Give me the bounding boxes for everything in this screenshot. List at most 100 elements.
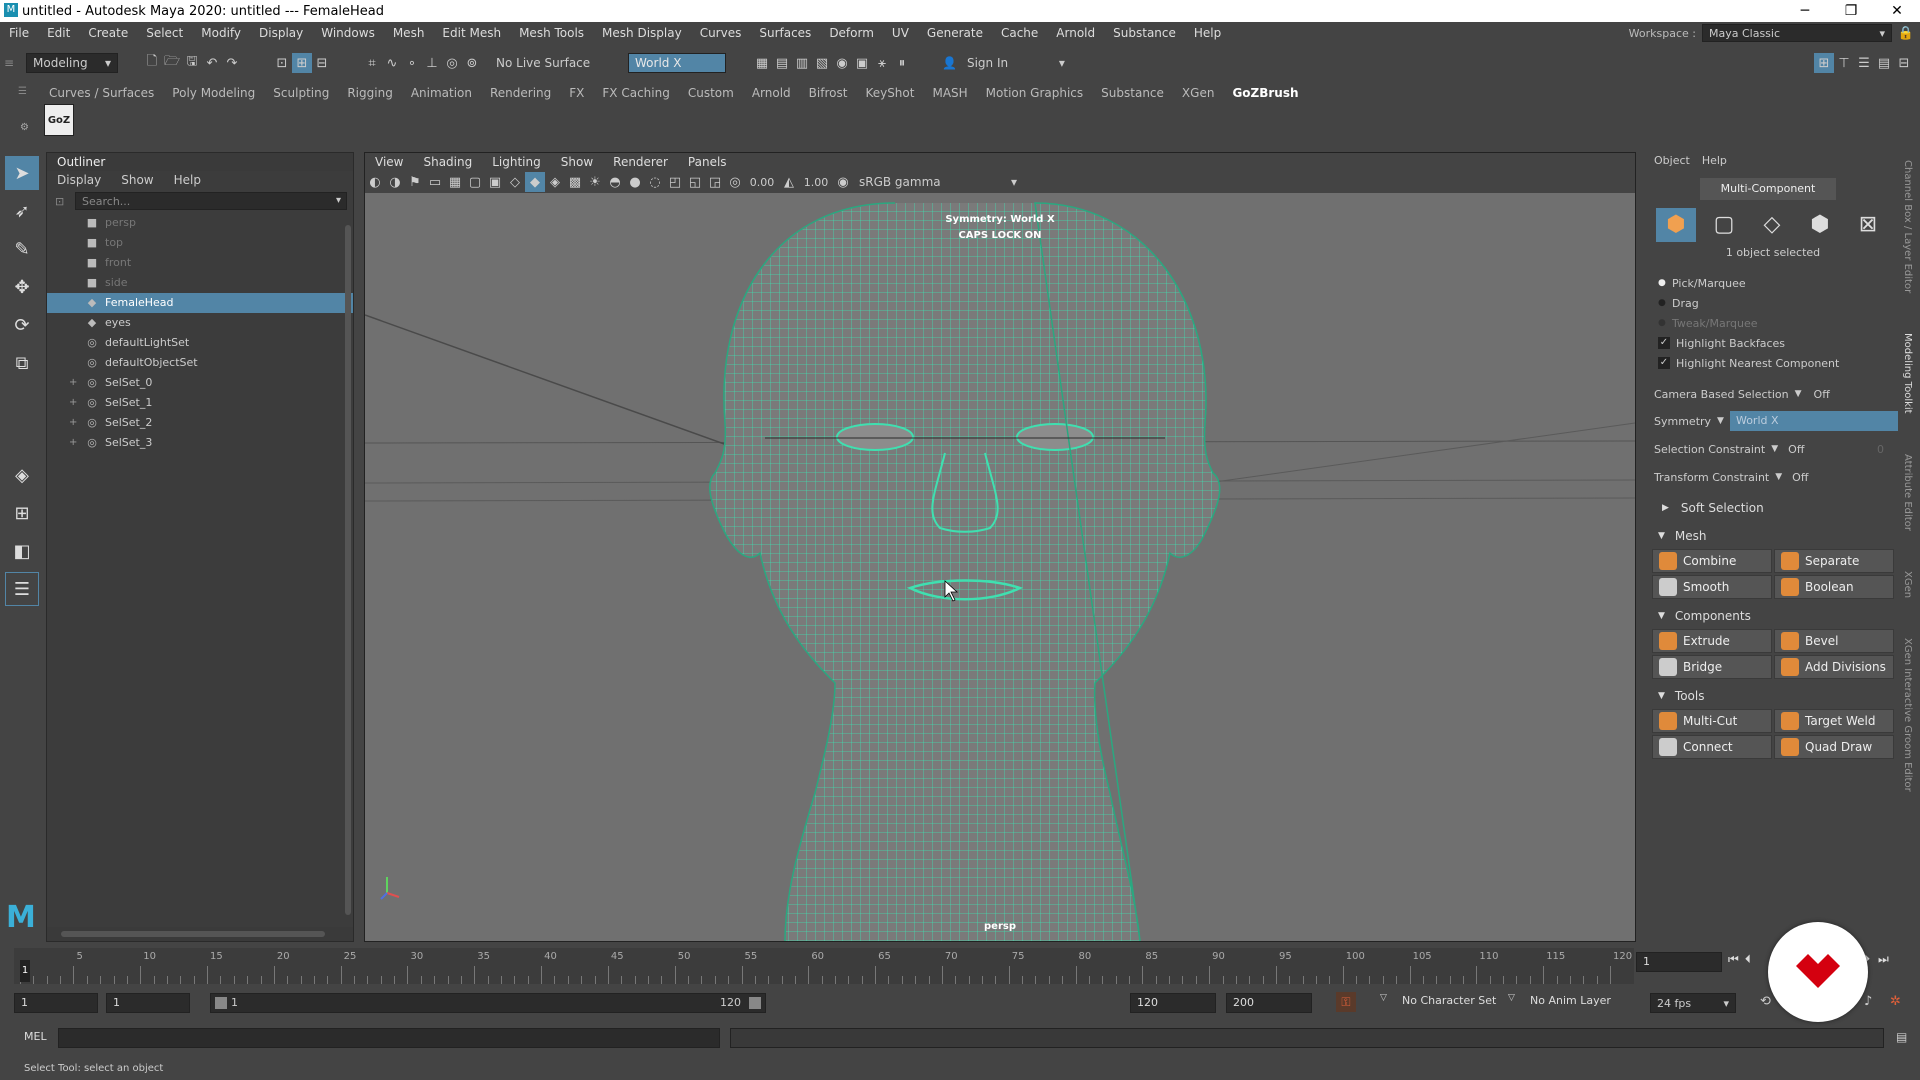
shelf-tab-bifrost[interactable]: Bifrost	[800, 84, 857, 102]
shelf-settings-icon[interactable]: ⚙	[20, 122, 29, 133]
menu-display[interactable]: Display	[250, 26, 312, 40]
chevron-down-icon[interactable]: ▾	[336, 195, 341, 206]
select-object-icon[interactable]: ⊞	[292, 53, 312, 73]
grid-icon[interactable]: ▦	[445, 172, 465, 192]
current-frame-field[interactable]: 1	[1636, 952, 1722, 972]
camera-attributes-icon[interactable]: ◑	[385, 172, 405, 192]
rotate-tool-icon[interactable]: ⟳	[5, 308, 39, 342]
fps-dropdown[interactable]: 24 fps ▾	[1650, 993, 1736, 1013]
side-tab-attribute-editor[interactable]: Attribute Editor	[1902, 454, 1913, 531]
shelf-tab-custom[interactable]: Custom	[679, 84, 743, 102]
outliner-h-scrollbar[interactable]	[47, 927, 353, 941]
checkbox-highlight-nearest[interactable]: ✓ Highlight Nearest Component	[1658, 353, 1898, 373]
outliner-item[interactable]: + ◎ SelSet_3	[47, 433, 353, 453]
toolkit-menu-help[interactable]: Help	[1694, 152, 1735, 170]
outliner-item[interactable]: ◆ eyes	[47, 313, 353, 333]
selection-constraint-row[interactable]: Selection Constraint ▼ Off 0	[1654, 435, 1898, 463]
animation-start-field[interactable]: 1	[14, 993, 98, 1013]
render-settings-icon[interactable]: ▧	[812, 53, 832, 73]
close-button[interactable]: ✕	[1874, 3, 1920, 19]
mel-label[interactable]: MEL	[24, 1030, 47, 1043]
toolkit-menu-object[interactable]: Object	[1648, 152, 1694, 170]
move-tool-icon[interactable]: ✥	[5, 270, 39, 304]
symmetry-row[interactable]: Symmetry ▼ World X	[1654, 407, 1898, 435]
goz-shelf-button[interactable]: GoZ	[44, 104, 74, 136]
object-mode-icon[interactable]: ⬢	[1656, 208, 1696, 242]
camera-icon[interactable]: ◐	[365, 172, 385, 192]
smooth-button[interactable]: Smooth	[1652, 575, 1772, 599]
gamma-icon[interactable]: ◭	[779, 172, 799, 192]
symmetry-field[interactable]: World X	[1729, 411, 1898, 431]
menu-cache[interactable]: Cache	[992, 26, 1047, 40]
open-scene-icon[interactable]: 🗁	[162, 53, 182, 73]
outliner-menu-display[interactable]: Display	[47, 171, 111, 189]
smooth-shade-icon[interactable]: ◆	[525, 172, 545, 192]
select-tool-icon[interactable]: ➤	[5, 156, 39, 190]
character-set-dropdown[interactable]: No Character Set	[1402, 994, 1496, 1007]
expand-icon[interactable]: +	[69, 413, 77, 433]
range-slider[interactable]: 1 120	[210, 993, 766, 1013]
playback-end-field[interactable]: 120	[1130, 993, 1216, 1013]
mel-input[interactable]	[58, 1028, 720, 1048]
restore-button[interactable]: ❐	[1828, 3, 1874, 19]
sign-in-dropdown[interactable]: Sign In ▾	[960, 53, 1071, 73]
go-to-end-icon[interactable]: ⏭	[1878, 952, 1889, 967]
shelf-tab-animation[interactable]: Animation	[402, 84, 481, 102]
shadows-icon[interactable]: ◓	[605, 172, 625, 192]
viewport-menu-show[interactable]: Show	[551, 153, 603, 171]
current-frame-marker[interactable]: 1	[20, 960, 30, 982]
section-header-mesh[interactable]: ▼ Mesh	[1648, 525, 1898, 547]
separate-button[interactable]: Separate	[1774, 549, 1894, 573]
filter-icon[interactable]: ⊡	[55, 195, 64, 208]
motion-blur-icon[interactable]: ◌	[645, 172, 665, 192]
menu-mesh-display[interactable]: Mesh Display	[593, 26, 691, 40]
shelf-tab-fx[interactable]: FX	[560, 84, 593, 102]
lights-icon[interactable]: ☀	[585, 172, 605, 192]
radio-pick-marquee[interactable]: ● Pick/Marquee	[1658, 273, 1898, 293]
hypershade-icon[interactable]: ◉	[832, 53, 852, 73]
persp-outliner-layout-icon[interactable]: ◧	[5, 534, 39, 568]
menu-deform[interactable]: Deform	[820, 26, 883, 40]
shelf-tab-arnold[interactable]: Arnold	[743, 84, 800, 102]
chevron-down-icon[interactable]: ▽	[1380, 993, 1387, 1003]
range-handle-end[interactable]	[749, 997, 761, 1009]
outliner-menu-help[interactable]: Help	[164, 171, 211, 189]
menu-select[interactable]: Select	[137, 26, 192, 40]
menu-create[interactable]: Create	[79, 26, 137, 40]
multi-cut-button[interactable]: Multi-Cut	[1652, 709, 1772, 733]
menu-mesh[interactable]: Mesh	[384, 26, 434, 40]
side-tab-channel-box[interactable]: Channel Box / Layer Editor	[1902, 160, 1913, 293]
bevel-button[interactable]: Bevel	[1774, 629, 1894, 653]
menu-surfaces[interactable]: Surfaces	[750, 26, 820, 40]
shelf-tab-xgen[interactable]: XGen	[1173, 84, 1224, 102]
snap-surface-icon[interactable]: ◎	[442, 53, 462, 73]
add-divisions-button[interactable]: Add Divisions	[1774, 655, 1894, 679]
bookmark-icon[interactable]: ⚑	[405, 172, 425, 192]
wireframe-on-shaded-icon[interactable]: ◈	[545, 172, 565, 192]
shelf-tab-fx-caching[interactable]: FX Caching	[593, 84, 678, 102]
snap-view-icon[interactable]: ⊥	[422, 53, 442, 73]
menu-help[interactable]: Help	[1185, 26, 1230, 40]
combine-button[interactable]: Combine	[1652, 549, 1772, 573]
single-perspective-layout-icon[interactable]: ◈	[5, 458, 39, 492]
radio-drag[interactable]: ● Drag	[1658, 293, 1898, 313]
checkbox-highlight-backfaces[interactable]: ✓ Highlight Backfaces	[1658, 333, 1898, 353]
ambient-occlusion-icon[interactable]: ●	[625, 172, 645, 192]
shelf-menu-icon[interactable]: ☰	[18, 86, 27, 97]
modeling-toolkit-toggle-icon[interactable]: ⊞	[1814, 53, 1834, 73]
camera-based-selection-row[interactable]: Camera Based Selection ▼ Off	[1654, 381, 1898, 407]
side-tab-xgen[interactable]: XGen	[1902, 571, 1913, 598]
anim-layer-dropdown[interactable]: No Anim Layer	[1530, 994, 1611, 1007]
viewport-menu-renderer[interactable]: Renderer	[603, 153, 678, 171]
exposure-value[interactable]: 0.00	[745, 176, 779, 189]
menu-edit[interactable]: Edit	[38, 26, 79, 40]
color-management-icon[interactable]: ◉	[833, 172, 853, 192]
range-handle-start[interactable]	[215, 997, 227, 1009]
menu-file[interactable]: File	[0, 26, 38, 40]
scroll-thumb[interactable]	[61, 931, 325, 937]
outliner-item[interactable]: ◎ defaultObjectSet	[47, 353, 353, 373]
gamma-value[interactable]: 1.00	[799, 176, 833, 189]
shelf-tab-gozbrush[interactable]: GoZBrush	[1223, 84, 1307, 102]
shelf-tab-curves-surfaces[interactable]: Curves / Surfaces	[40, 84, 163, 102]
menu-edit-mesh[interactable]: Edit Mesh	[433, 26, 510, 40]
